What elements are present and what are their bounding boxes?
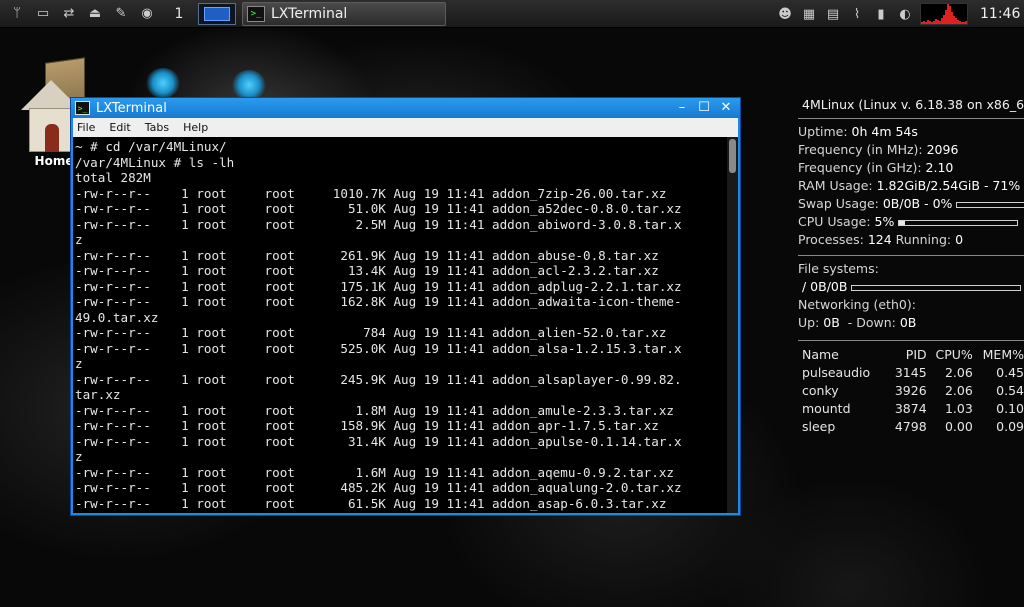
process-row: sleep 4798 0.00 0.09 [802, 418, 1024, 434]
cpu-bar [898, 219, 1019, 226]
terminal-line: -rw-r--r-- 1 root root 162.8K Aug 19 11:… [75, 294, 682, 309]
terminal-line: -rw-r--r-- 1 root root 13.4K Aug 19 11:4… [75, 263, 659, 278]
swap-row: Swap Usage: 0B/0B - 0% [798, 195, 1024, 213]
volume-icon[interactable]: ◐ [896, 5, 914, 23]
terminal-line: tar.xz [75, 387, 121, 402]
process-row: conky 3926 2.06 0.54 [802, 382, 1024, 398]
cpu-graph[interactable] [920, 3, 968, 25]
menu-launcher-icon[interactable]: ᛘ [8, 5, 26, 23]
network-row: Up: 0B - Down: 0B [798, 315, 917, 330]
uptime-row: Uptime: 0h 4m 54s [798, 124, 918, 139]
swap-bar [956, 201, 1024, 208]
volume-knob-icon[interactable]: ◉ [138, 5, 156, 23]
network-icon[interactable]: ▦ [800, 5, 818, 23]
terminal-line: -rw-r--r-- 1 root root 31.4K Aug 19 11:4… [75, 433, 682, 449]
wallpaper-eye-right [232, 70, 266, 100]
processes-row: Processes: 124 Running: 0 [798, 232, 964, 247]
battery-icon[interactable]: ▮ [872, 5, 890, 23]
paperclip-icon[interactable]: ⌇ [848, 5, 866, 23]
menu-bar: File Edit Tabs Help [73, 118, 738, 137]
terminal-line: z [75, 232, 83, 247]
conky-monitor: 4MLinux (Linux v. 6.18.38 on x86_6 Uptim… [798, 96, 1024, 435]
terminal-line: -rw-r--r-- 1 root root 485.2K Aug 19 11:… [75, 480, 682, 495]
terminal-window[interactable]: >_ LXTerminal – ☐ ✕ File Edit Tabs Help … [70, 97, 741, 516]
process-row: pulseaudio 3145 2.06 0.45 [802, 364, 1024, 380]
terminal-output[interactable]: ~ # cd /var/4MLinux//var/4MLinux # ls -l… [73, 137, 738, 513]
networking-label: Networking (eth0): [798, 297, 916, 312]
process-table-header: Name PID CPU% MEM% [802, 346, 1024, 362]
menu-help[interactable]: Help [183, 121, 208, 134]
system-tray: ☻ ▦ ▤ ⌇ ▮ ◐ 11:46 A [776, 0, 1024, 28]
process-table: Name PID CPU% MEM% pulseaudio 3145 2.06 0.4… [798, 345, 1024, 435]
window-title: LXTerminal [96, 100, 167, 116]
cpu-row: CPU Usage: 5% [798, 213, 1024, 231]
clock[interactable]: 11:46 A [980, 6, 1024, 22]
maximize-button[interactable]: ☐ [696, 99, 712, 115]
broom-icon[interactable]: ✎ [112, 5, 130, 23]
minimize-button[interactable]: – [674, 99, 690, 115]
divider [798, 255, 1024, 256]
terminal-icon: >_ [75, 101, 90, 115]
menu-tabs[interactable]: Tabs [145, 121, 169, 134]
terminal-line: -rw-r--r-- 1 root root 261.9K Aug 19 11:… [75, 247, 659, 263]
divider [798, 340, 1024, 341]
workspace-number: 1 [174, 5, 184, 22]
terminal-icon: >_ [247, 5, 265, 22]
terminal-line: z [75, 449, 83, 464]
terminal-line: -rw-r--r-- 1 root root 175.1K Aug 19 11:… [75, 278, 682, 294]
terminal-line: total 282M [75, 170, 151, 185]
terminal-line: -rw-r--r-- 1 root root 1.6M Aug 19 11:41… [75, 464, 674, 480]
terminal-line: z [75, 356, 83, 371]
close-button[interactable]: ✕ [718, 99, 734, 115]
freq-ghz-row: Frequency (in GHz): 2.10 [798, 160, 954, 175]
workspace-pager[interactable] [198, 2, 236, 25]
window-controls: – ☐ ✕ [674, 99, 734, 115]
filesystems-label: File systems: [798, 261, 879, 276]
freq-mhz-row: Frequency (in MHz): 2096 [798, 142, 959, 157]
scrollbar-thumb[interactable] [729, 139, 736, 173]
desktop-icon-label: Home [34, 154, 74, 168]
network-switch-icon[interactable]: ⇄ [60, 5, 78, 23]
taskbar-button-lxterminal[interactable]: >_ LXTerminal [242, 1, 446, 26]
filesystem-bar [851, 284, 1022, 291]
pager-screen [204, 6, 230, 21]
taskbar-button-label: LXTerminal [271, 5, 348, 22]
menu-edit[interactable]: Edit [109, 121, 130, 134]
filesystem-root-row: / 0B/0B [798, 278, 1024, 296]
terminal-line: -rw-r--r-- 1 root root 1.8M Aug 19 11:41… [75, 402, 674, 418]
process-row: mountd 3874 1.03 0.10 [802, 400, 1024, 416]
menu-file[interactable]: File [77, 121, 95, 134]
terminal-line: -rw-r--r-- 1 root root 2.5M Aug 19 11:41… [75, 216, 682, 232]
terminal-line: -rw-r--r-- 1 root root 158.9K Aug 19 11:… [75, 418, 659, 433]
window-titlebar[interactable]: >_ LXTerminal – ☐ ✕ [71, 98, 740, 118]
clipboard-icon[interactable]: ▤ [824, 5, 842, 23]
terminal-scrollbar[interactable] [727, 137, 738, 513]
terminal-line: -rw-r--r-- 1 root root 245.9K Aug 19 11:… [75, 371, 682, 387]
terminal-line: /var/4MLinux # ls -lh [75, 154, 235, 170]
terminal-line: -rw-r--r-- 1 root root 784 Aug 19 11:41 … [75, 325, 667, 340]
drive-icon[interactable]: ▭ [34, 5, 52, 23]
divider [798, 118, 1024, 119]
terminal-line: -rw-r--r-- 1 root root 1010.7K Aug 19 11… [75, 185, 667, 201]
terminal-line: ~ # cd /var/4MLinux/ [75, 139, 227, 154]
terminal-text: ~ # cd /var/4MLinux//var/4MLinux # ls -l… [75, 139, 727, 511]
ram-row: RAM Usage: 1.82GiB/2.54GiB - 71% [798, 178, 1021, 193]
terminal-line: -rw-r--r-- 1 root root 61.5K Aug 19 11:4… [75, 495, 667, 511]
terminal-line: 49.0.tar.xz [75, 309, 159, 325]
wallpaper-eye-left [146, 68, 180, 98]
terminal-line: -rw-r--r-- 1 root root 51.0K Aug 19 11:4… [75, 201, 682, 216]
top-panel: ᛘ ▭ ⇄ ⏏ ✎ ◉ 1 >_ LXTerminal ☻ ▦ ▤ ⌇ ▮ ◐ … [0, 0, 1024, 28]
terminal-line: -rw-r--r-- 1 root root 525.0K Aug 19 11:… [75, 340, 682, 356]
conky-header: 4MLinux (Linux v. 6.18.38 on x86_6 [802, 97, 1024, 112]
user-icon[interactable]: ☻ [776, 5, 794, 23]
eject-icon[interactable]: ⏏ [86, 5, 104, 23]
